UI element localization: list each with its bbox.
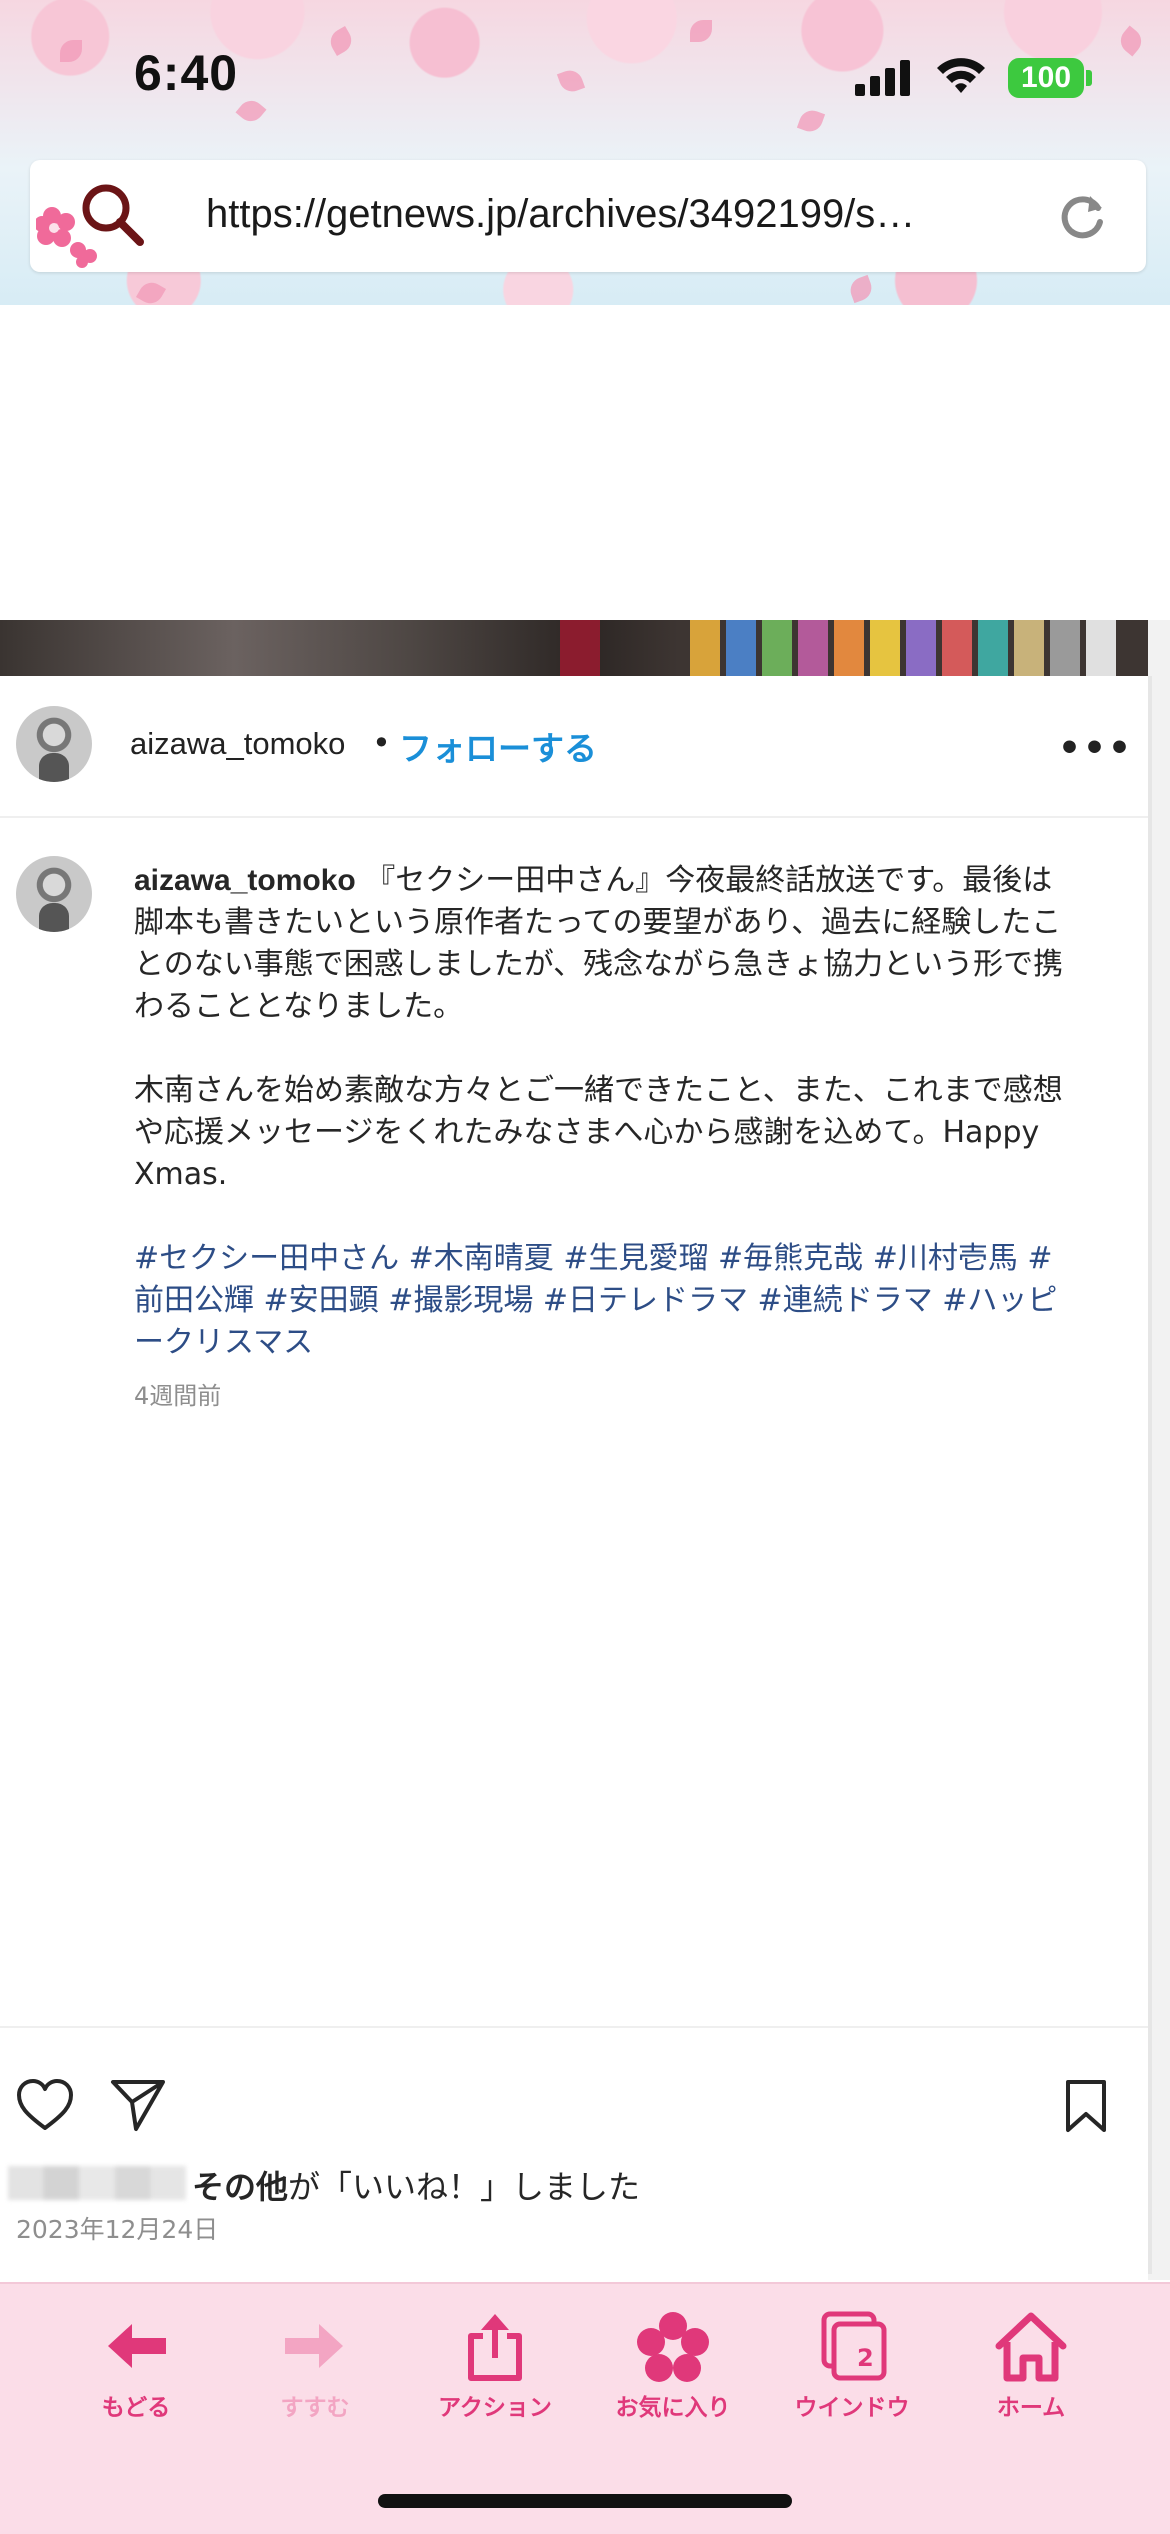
hashtag-list[interactable]: #セクシー田中さん #木南晴夏 #生見愛瑠 #毎熊克哉 #川村壱馬 #前田公輝 … <box>134 1238 1074 1364</box>
likes-others: その他 <box>192 2168 289 2206</box>
home-label: ホーム <box>996 2395 1066 2421</box>
petal-decoration <box>60 40 82 62</box>
favorites-button[interactable]: お気に入り <box>598 2310 748 2440</box>
arrow-left-icon <box>108 2324 166 2368</box>
caption-text: aizawa_tomoko 『セクシー田中さん』今夜最終話放送です。最後は脚本も… <box>134 860 1074 1364</box>
petal-decoration <box>690 20 712 42</box>
reload-icon[interactable] <box>1054 188 1110 244</box>
sakura-icon <box>637 2312 709 2382</box>
status-time: 6:40 <box>134 45 239 101</box>
cellular-signal-icon <box>855 60 911 96</box>
send-icon[interactable] <box>110 2078 166 2132</box>
battery-tip <box>1086 70 1092 86</box>
petal-decoration <box>796 106 826 136</box>
petal-decoration <box>556 66 586 96</box>
likes-rest: が「いいね！」しました <box>288 2168 641 2206</box>
footer-divider <box>0 2026 1148 2028</box>
petal-decoration <box>325 25 357 57</box>
action-button[interactable]: アクション <box>420 2310 570 2440</box>
petal-decoration <box>135 277 167 305</box>
arrow-right-icon <box>285 2324 343 2368</box>
post-actions <box>0 2056 1148 2156</box>
avatar[interactable] <box>16 706 92 782</box>
battery-indicator: 100 <box>1008 58 1084 98</box>
separator-dot: • <box>372 724 391 762</box>
petal-decoration <box>1115 25 1147 57</box>
more-options-icon[interactable]: ••• <box>1058 728 1133 769</box>
favorites-label: お気に入り <box>615 2395 731 2421</box>
address-bar[interactable]: https://getnews.jp/archives/3492199/s… <box>30 160 1146 272</box>
back-label: もどる <box>101 2395 171 2421</box>
url-text[interactable]: https://getnews.jp/archives/3492199/s… <box>206 192 1066 237</box>
header-divider <box>0 816 1148 818</box>
blank-ad-space <box>0 305 1170 620</box>
petal-decoration <box>235 95 267 127</box>
windows-label: ウインドウ <box>794 2395 910 2421</box>
instagram-embed: aizawa_tomoko • フォローする ••• aizawa_tomoko… <box>0 676 1152 2274</box>
bookmark-icon[interactable] <box>1064 2078 1108 2134</box>
embedded-photo-strip <box>0 620 1170 676</box>
caption-username[interactable]: aizawa_tomoko <box>134 864 356 897</box>
wifi-icon <box>937 58 985 93</box>
caption-avatar[interactable] <box>16 856 92 932</box>
liked-by-avatars-blurred <box>8 2166 186 2200</box>
home-indicator <box>378 2494 792 2508</box>
post-date: 2023年12月24日 <box>16 2215 219 2244</box>
home-button[interactable]: ホーム <box>956 2310 1106 2440</box>
caption-paragraph: aizawa_tomoko 『セクシー田中さん』今夜最終話放送です。最後は脚本も… <box>134 860 1074 1028</box>
forward-button[interactable]: すすむ <box>240 2310 390 2440</box>
forward-label: すすむ <box>280 2395 350 2421</box>
follow-button[interactable]: フォローする <box>399 722 597 770</box>
windows-count: 2 <box>857 2344 874 2372</box>
share-icon <box>468 2314 522 2381</box>
caption-paragraph-2: 木南さんを始め素敵な方々とご一緒できたこと、また、これまで感想や応援メッセージを… <box>134 1073 1063 1192</box>
windows-icon <box>821 2311 887 2381</box>
post-time-ago: 4週間前 <box>134 1382 222 1410</box>
petal-decoration <box>846 274 876 304</box>
heart-icon[interactable] <box>16 2078 74 2132</box>
windows-button[interactable]: 2 ウインドウ <box>777 2310 927 2440</box>
action-label: アクション <box>438 2395 552 2421</box>
post-username[interactable]: aizawa_tomoko <box>130 726 345 762</box>
back-button[interactable]: もどる <box>61 2310 211 2440</box>
search-icon[interactable] <box>78 180 148 250</box>
home-icon <box>995 2312 1067 2382</box>
likes-summary[interactable]: その他が「いいね！」しました <box>192 2162 640 2208</box>
